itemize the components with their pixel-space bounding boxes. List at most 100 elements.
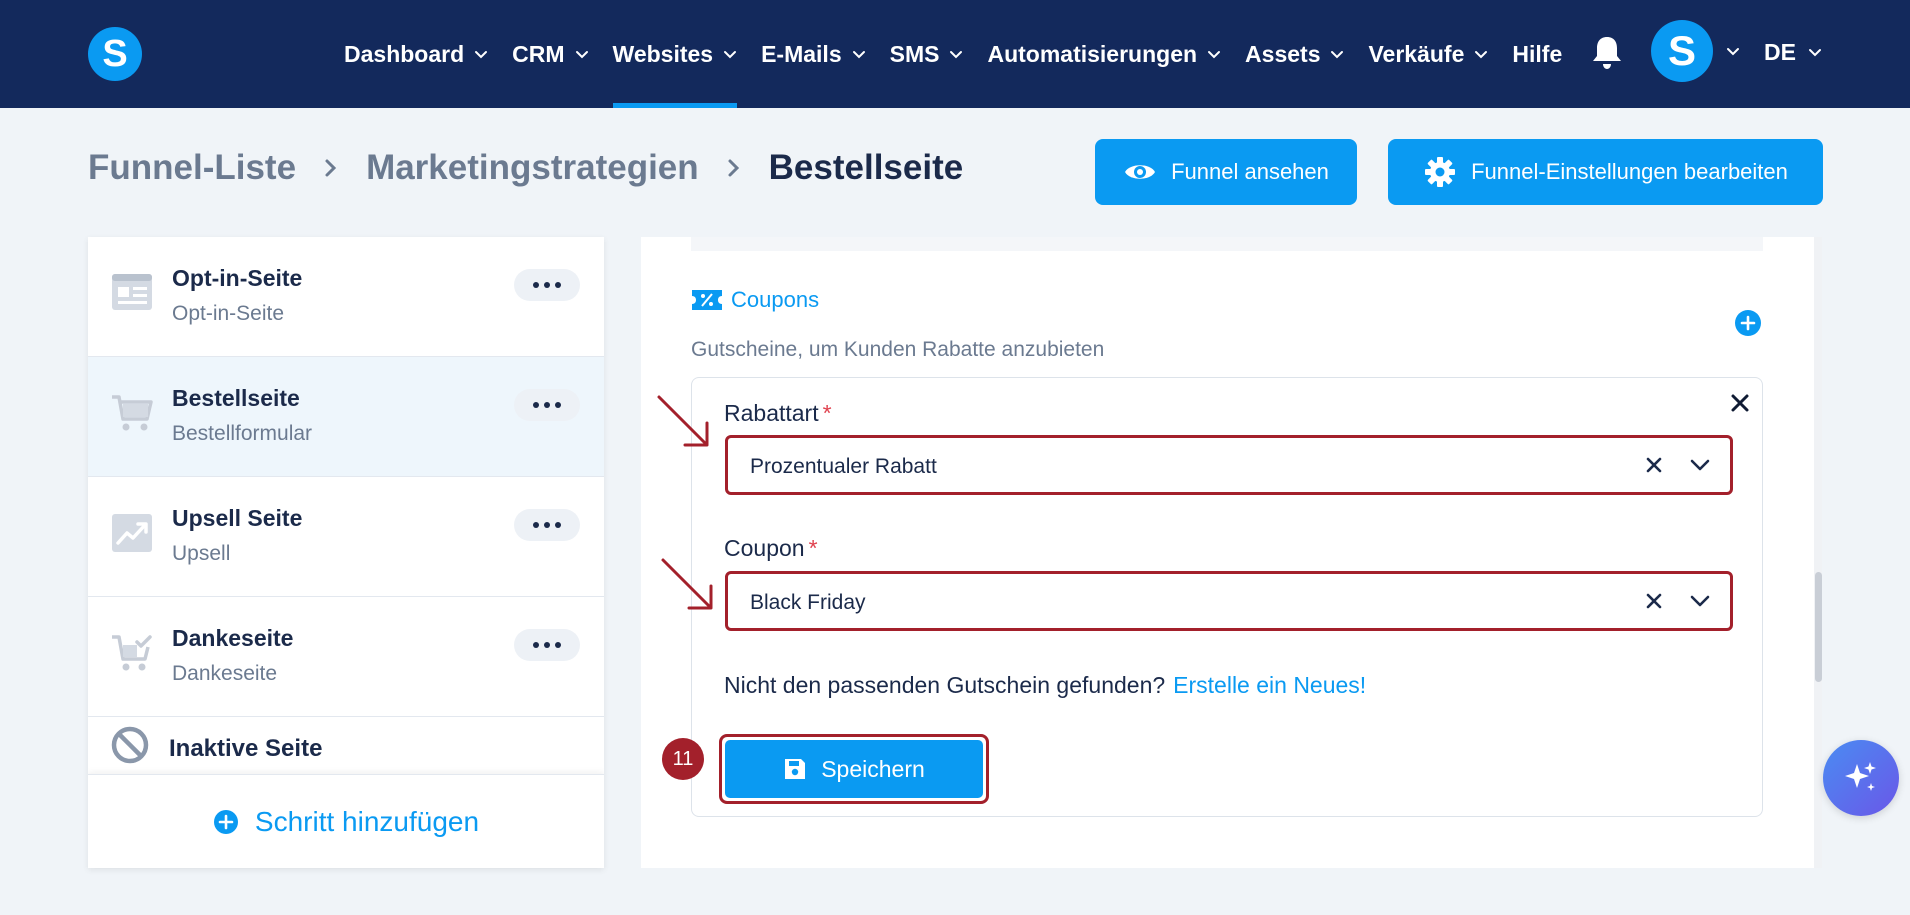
step-title: Bestellseite — [172, 385, 300, 411]
inactive-pages-section[interactable]: Inaktive Seite — [88, 717, 604, 777]
step-opt-in[interactable]: Opt-in-Seite Opt-in-Seite — [88, 237, 604, 357]
chevron-down-icon — [950, 51, 963, 59]
step-title: Upsell Seite — [172, 505, 303, 531]
top-navigation-bar: S Dashboard CRM Websites E-Mails SMS Aut… — [0, 0, 1910, 108]
step-title: Dankeseite — [172, 625, 294, 651]
required-marker: * — [808, 535, 818, 561]
add-step-label: Schritt hinzufügen — [254, 805, 480, 837]
nav-item-label: Assets — [1245, 40, 1321, 67]
nav-item-dashboard[interactable]: Dashboard — [344, 0, 488, 108]
add-coupon-icon[interactable] — [1734, 309, 1762, 337]
prohibited-icon — [111, 726, 149, 764]
discount-type-value: Prozentualer Rabatt — [750, 455, 937, 478]
chevron-down-icon[interactable] — [1689, 592, 1711, 610]
required-marker: * — [822, 400, 832, 426]
chevron-down-icon — [1808, 49, 1821, 57]
step-subtitle: Bestellformular — [172, 422, 313, 445]
step-subtitle: Dankeseite — [172, 662, 278, 685]
coupon-label: Coupon * — [724, 535, 818, 562]
step-subtitle: Upsell — [172, 542, 231, 565]
nav-item-label: Hilfe — [1512, 40, 1563, 67]
scrollbar-track[interactable] — [1814, 237, 1822, 868]
language-selector[interactable]: DE — [1764, 0, 1822, 104]
nav-item-emails[interactable]: E-Mails — [761, 0, 866, 108]
chevron-down-icon[interactable] — [1689, 456, 1711, 474]
discount-type-label: Rabattart * — [724, 400, 832, 427]
nav-item-label: Verkäufe — [1368, 40, 1465, 67]
step-number-badge: 11 — [662, 738, 704, 780]
coupon-label-text: Coupon — [724, 535, 805, 561]
add-step-button[interactable]: Schritt hinzufügen — [88, 774, 604, 868]
inactive-pages-label: Inaktive Seite — [169, 735, 323, 762]
chevron-down-icon[interactable] — [1726, 44, 1740, 58]
step-thank-you[interactable]: Dankeseite Dankeseite — [88, 597, 604, 717]
hint-text: Nicht den passenden Gutschein gefunden? — [724, 672, 1166, 698]
annotation-arrow-icon — [661, 558, 713, 610]
nav-item-label: Automatisierungen — [987, 40, 1198, 67]
trend-up-icon — [112, 514, 152, 552]
create-new-coupon-link[interactable]: Erstelle ein Neues! — [1173, 672, 1366, 698]
step-more-options-button[interactable] — [514, 389, 580, 421]
step-more-options-button[interactable] — [514, 629, 580, 661]
panel-divider — [691, 237, 1763, 251]
eye-icon — [1125, 165, 1156, 179]
edit-funnel-settings-label: Funnel-Einstellungen bearbeiten — [1471, 159, 1788, 184]
chevron-down-icon — [1475, 51, 1488, 59]
coupons-title: Coupons — [731, 287, 820, 312]
ai-assistant-button[interactable] — [1823, 740, 1899, 816]
view-funnel-label: Funnel ansehen — [1171, 159, 1329, 184]
step-upsell[interactable]: Upsell Seite Upsell — [88, 477, 604, 597]
clear-icon[interactable] — [1645, 592, 1663, 610]
nav-item-label: E-Mails — [761, 40, 842, 67]
coupons-description: Gutscheine, um Kunden Rabatte anzubieten — [691, 338, 1105, 361]
nav-item-help[interactable]: Hilfe — [1512, 0, 1562, 108]
nav-item-label: CRM — [512, 40, 565, 67]
floppy-disk-icon — [785, 759, 806, 779]
save-button[interactable]: Speichern — [725, 740, 983, 798]
scrollbar-thumb[interactable] — [1815, 572, 1822, 682]
discount-type-select[interactable]: Prozentualer Rabatt — [725, 435, 1733, 495]
step-settings-panel: Coupons Gutscheine, um Kunden Rabatte an… — [641, 237, 1822, 868]
step-more-options-button[interactable] — [514, 509, 580, 541]
chevron-right-icon — [728, 159, 739, 177]
nav-item-label: Websites — [612, 40, 714, 67]
nav-item-websites[interactable]: Websites — [612, 0, 738, 108]
clear-icon[interactable] — [1645, 456, 1663, 474]
notification-bell-icon[interactable] — [1590, 34, 1624, 70]
funnel-steps-sidebar: Opt-in-Seite Opt-in-Seite Bestellseite B… — [88, 237, 604, 868]
chevron-down-icon — [475, 51, 488, 59]
edit-funnel-settings-button[interactable]: Funnel-Einstellungen bearbeiten — [1388, 139, 1823, 205]
chevron-down-icon — [724, 51, 737, 59]
app-logo[interactable]: S — [88, 27, 142, 81]
nav-item-automations[interactable]: Automatisierungen — [987, 0, 1221, 108]
language-label: DE — [1764, 38, 1796, 65]
nav-item-assets[interactable]: Assets — [1245, 0, 1344, 108]
nav-item-label: Dashboard — [344, 40, 465, 67]
nav-item-sales[interactable]: Verkäufe — [1368, 0, 1488, 108]
breadcrumb-funnel-list[interactable]: Funnel-Liste — [88, 148, 296, 188]
save-label: Speichern — [821, 755, 925, 782]
close-icon[interactable] — [1729, 392, 1751, 414]
cart-icon — [112, 395, 153, 431]
breadcrumb-funnel[interactable]: Marketingstrategien — [366, 148, 699, 188]
coupon-not-found-hint: Nicht den passenden Gutschein gefunden? E… — [724, 672, 1366, 699]
annotation-arrow-icon — [657, 395, 709, 447]
coupon-card: Rabattart * Prozentualer Rabatt Coupon * B… — [662, 377, 1763, 817]
chevron-down-icon — [852, 51, 865, 59]
coupons-section-header: Coupons — [691, 287, 819, 313]
gear-icon — [1425, 157, 1456, 187]
coupon-value: Black Friday — [750, 591, 866, 614]
nav-item-sms[interactable]: SMS — [890, 0, 964, 108]
step-more-options-button[interactable] — [514, 269, 580, 301]
chevron-down-icon — [1208, 51, 1221, 59]
cart-check-icon — [112, 635, 152, 671]
nav-item-crm[interactable]: CRM — [512, 0, 588, 108]
step-order-page[interactable]: Bestellseite Bestellformular — [88, 357, 604, 477]
discount-type-label-text: Rabattart — [724, 400, 819, 426]
step-title: Opt-in-Seite — [172, 265, 303, 291]
chevron-down-icon — [1331, 51, 1344, 59]
view-funnel-button[interactable]: Funnel ansehen — [1095, 139, 1357, 205]
user-avatar[interactable]: S — [1651, 20, 1713, 82]
sparkles-icon — [1845, 762, 1876, 791]
coupon-select[interactable]: Black Friday — [725, 571, 1733, 631]
